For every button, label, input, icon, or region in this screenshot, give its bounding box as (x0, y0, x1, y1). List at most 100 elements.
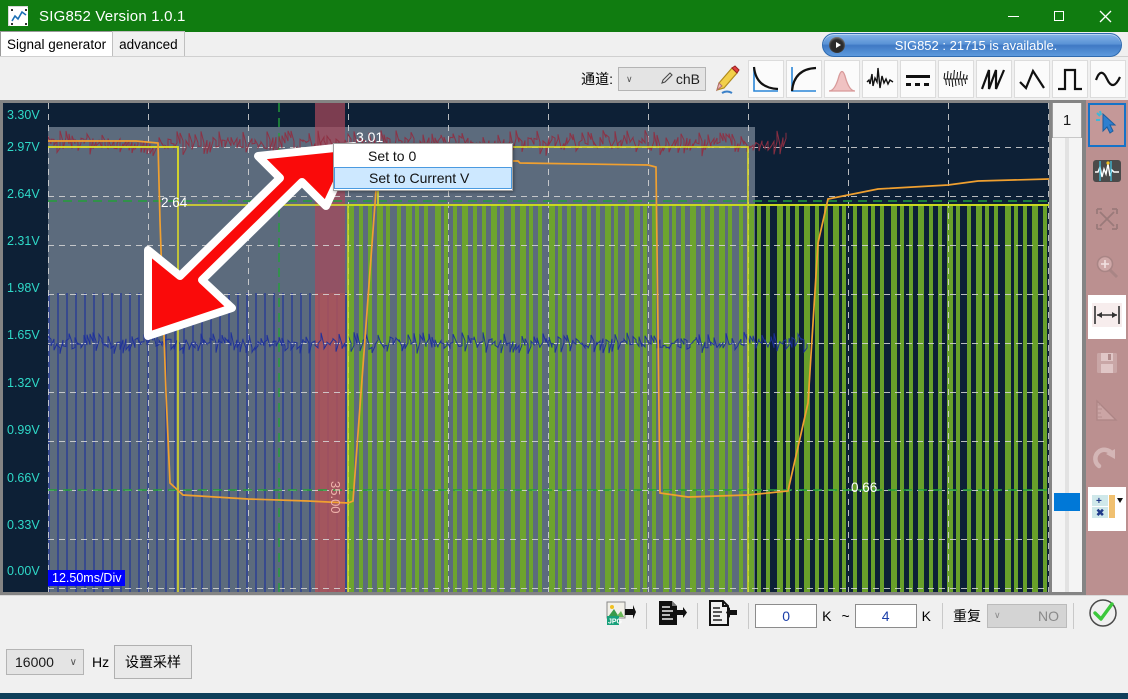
y-tick: 3.30V (7, 108, 40, 122)
annotation-264: 2.64 (161, 195, 188, 210)
check-circle-icon (1087, 597, 1119, 634)
tab-signal-generator[interactable]: Signal generator (0, 31, 114, 56)
y-tick: 1.98V (7, 281, 40, 295)
zoom-in-icon (1094, 254, 1120, 285)
waveform-sawtooth-button[interactable] (976, 60, 1012, 98)
svg-text:✖: ✖ (1096, 508, 1104, 519)
waveform-gaussian-button[interactable] (824, 60, 860, 98)
sidebar-item-fit[interactable] (1088, 199, 1126, 243)
window-title: SIG852 Version 1.0.1 (39, 7, 186, 25)
sample-rate-select[interactable]: 16000 ∨ (6, 649, 84, 675)
channel-number[interactable]: 1 (1053, 103, 1081, 138)
vertical-scrollbar[interactable] (1052, 138, 1082, 592)
separator (697, 602, 699, 629)
scrollbar-thumb[interactable] (1054, 493, 1080, 511)
range-start-input[interactable]: 0 (755, 603, 818, 628)
tool-sidebar: + ✖ (1086, 100, 1128, 595)
oscilloscope-chart[interactable]: 2.64 3.01 0.66 28.63 35.00 3.30V 2.97V 2… (3, 103, 1049, 592)
scrollbar-track (1065, 138, 1069, 592)
set-sample-button[interactable]: 设置采样 (114, 645, 192, 679)
y-axis: 3.30V 2.97V 2.64V 2.31V 1.98V 1.65V 1.32… (3, 103, 48, 592)
footer-bar: 16000 ∨ Hz 设置采样 Stop Device (0, 635, 1128, 693)
annotation-2863: 28.63 (279, 165, 294, 198)
repeat-label: 重复 (953, 607, 981, 624)
chart-panel: 2.64 3.01 0.66 28.63 35.00 3.30V 2.97V 2… (0, 100, 1128, 595)
sidebar-item-measure[interactable] (1088, 391, 1126, 435)
sidebar-item-cursor-select[interactable] (1088, 103, 1126, 147)
y-tick: 0.66V (7, 471, 40, 485)
notification-banner[interactable]: SIG852 : 21715 is available. (822, 33, 1122, 57)
y-tick: 1.65V (7, 328, 40, 342)
y-tick: 1.32V (7, 376, 40, 390)
repeat-value: NO (1038, 607, 1059, 624)
sidebar-item-redo[interactable] (1088, 439, 1126, 483)
plot-area[interactable]: 2.64 3.01 0.66 28.63 35.00 (48, 103, 1049, 592)
export-jpg-button[interactable]: JPG (602, 600, 640, 632)
desktop-taskbar-edge (0, 693, 1128, 699)
export-document-icon (657, 600, 688, 631)
maximize-button[interactable] (1036, 0, 1082, 32)
add-remove-icon: + ✖ (1091, 493, 1123, 525)
waveform-view-icon (1092, 158, 1122, 189)
export-document-button[interactable] (653, 600, 691, 632)
waveform-exponential-rise-button[interactable] (786, 60, 822, 98)
range-end-input[interactable]: 4 (854, 603, 917, 628)
y-tick: 2.97V (7, 140, 40, 154)
annotation-3500: 35.00 (328, 481, 343, 514)
save-floppy-icon (1094, 350, 1120, 381)
y-tick: 2.31V (7, 234, 40, 248)
channel-value: chB (675, 71, 700, 87)
expand-arrows-icon (1094, 206, 1120, 237)
y-tick: 0.00V (7, 564, 40, 578)
horizontal-resize-icon (1092, 302, 1122, 332)
waveform-toolbar: 通道: ∨ chB (0, 58, 1128, 100)
context-menu[interactable]: Set to 0 Set to Current V (333, 143, 513, 191)
y-tick: 0.99V (7, 423, 40, 437)
waveform-square-button[interactable] (1052, 60, 1088, 98)
waveform-sine-button[interactable] (1090, 60, 1126, 98)
time-per-division-label: 12.50ms/Div (48, 570, 126, 586)
redo-arrow-icon (1093, 446, 1121, 477)
confirm-button[interactable] (1084, 599, 1122, 633)
window-controls (990, 0, 1128, 32)
tab-advanced[interactable]: advanced (112, 31, 185, 56)
context-menu-item-set-to-0[interactable]: Set to 0 (334, 145, 512, 167)
context-menu-item-set-to-current-v[interactable]: Set to Current V (334, 167, 512, 189)
sidebar-item-waveform-view[interactable] (1088, 151, 1126, 195)
export-jpg-icon: JPG (606, 600, 637, 631)
y-tick: 0.33V (7, 518, 40, 532)
channel-label: 通道: (581, 71, 613, 87)
channel-select[interactable]: ∨ chB (618, 67, 706, 91)
sidebar-item-save[interactable] (1088, 343, 1126, 387)
annotation-066: 0.66 (851, 480, 877, 495)
separator (646, 602, 648, 629)
waveform-dc-level-button[interactable] (900, 60, 936, 98)
sample-rate-value: 16000 (15, 654, 54, 670)
play-circle-icon (829, 37, 845, 53)
import-document-button[interactable] (704, 600, 742, 632)
chevron-down-icon: ∨ (626, 73, 633, 84)
waveform-random-noise-button[interactable] (938, 60, 974, 98)
repeat-select[interactable]: ∨ NO (987, 603, 1067, 628)
separator (942, 602, 943, 629)
waveform-triangle-button[interactable] (1014, 60, 1050, 98)
svg-text:+: + (1096, 496, 1102, 507)
cursor-select-icon (1094, 110, 1120, 141)
sidebar-item-add-remove[interactable]: + ✖ (1088, 487, 1126, 531)
pencil-icon[interactable] (712, 62, 742, 96)
close-button[interactable] (1082, 0, 1128, 32)
separator (1073, 602, 1074, 629)
separator (748, 602, 750, 629)
bottom-toolbar: JPG 0 K ~ 4 K 重复 ∨ NO (0, 595, 1128, 635)
waveform-spike-noise-button[interactable] (862, 60, 898, 98)
application-window: SIG852 Version 1.0.1 Signal generator ad… (0, 0, 1128, 699)
ruler-triangle-icon (1094, 398, 1120, 429)
chevron-down-icon: ∨ (69, 656, 77, 668)
sidebar-item-horizontal-scale[interactable] (1088, 295, 1126, 339)
chevron-down-icon: ∨ (994, 610, 1001, 620)
sidebar-item-zoom[interactable] (1088, 247, 1126, 291)
import-document-icon (708, 600, 738, 631)
minimize-button[interactable] (990, 0, 1036, 32)
waveform-exponential-decay-button[interactable] (748, 60, 784, 98)
title-bar: SIG852 Version 1.0.1 (0, 0, 1128, 32)
